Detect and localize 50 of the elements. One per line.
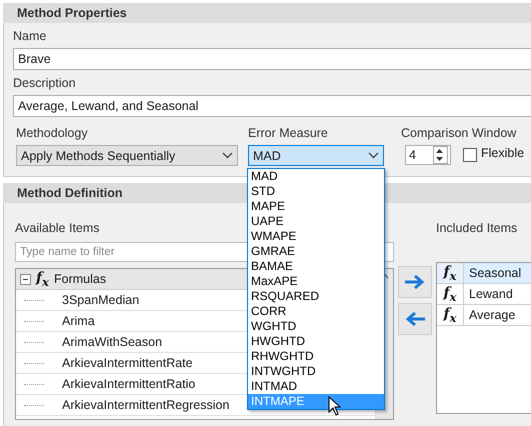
field-label: Error Measure — [248, 126, 328, 141]
dropdown-option[interactable]: RSQUARED — [248, 289, 384, 304]
dropdown-option[interactable]: INTMAD — [248, 379, 384, 394]
dropdown-option[interactable]: WGHTD — [248, 319, 384, 334]
tree-item[interactable]: ArkievaIntermittentRatio — [62, 377, 196, 391]
arrow-left-icon — [404, 312, 426, 326]
dropdown-option[interactable]: CORR — [248, 304, 384, 319]
list-label: Available Items — [15, 221, 100, 236]
tree-item[interactable]: 3SpanMedian — [62, 293, 140, 307]
spinner-arrows-icon[interactable] — [434, 147, 445, 163]
dropdown-option[interactable]: INTWGHTD — [248, 364, 384, 379]
chevron-down-icon — [368, 152, 379, 159]
formula-icon: f$_{x}$ — [444, 284, 456, 304]
description-field[interactable]: Average, Lewand, and Seasonal — [13, 95, 531, 117]
tree-item[interactable]: ArimaWithSeason — [62, 335, 162, 349]
flexible-checkbox[interactable] — [463, 148, 477, 162]
formula-icon: f$_{x}$ — [36, 270, 49, 288]
comparison-window-spinner[interactable]: 4 — [405, 145, 451, 165]
section-title: Method Properties — [3, 3, 531, 23]
dropdown-option[interactable]: STD — [248, 184, 384, 199]
remove-arrow-button[interactable] — [398, 303, 432, 335]
tree-group[interactable]: Formulas — [54, 272, 106, 286]
dropdown-option[interactable]: UAPE — [248, 214, 384, 229]
chevron-down-icon — [222, 152, 233, 159]
dropdown-option[interactable]: GMRAE — [248, 244, 384, 259]
tree-item[interactable]: ArkievaIntermittentRegression — [62, 398, 230, 412]
list-label: Included Items — [436, 221, 518, 236]
formula-icon: f$_{x}$ — [444, 306, 456, 324]
tree-item[interactable]: ArkievaIntermittentRate — [62, 356, 193, 370]
checkbox-label: Flexible — [481, 146, 524, 160]
tree-item[interactable]: Arima — [62, 314, 95, 328]
dropdown-option[interactable]: HWGHTD — [248, 334, 384, 349]
formula-icon: f$_{x}$ — [444, 264, 456, 282]
field-label: Comparison Window — [401, 126, 516, 141]
field-label: Description — [13, 76, 76, 91]
dropdown-option[interactable]: RHWGHTD — [248, 349, 384, 364]
dropdown-option[interactable]: MAPE — [248, 199, 384, 214]
dropdown-option[interactable]: MAD — [248, 169, 384, 184]
dropdown-option[interactable]: WMAPE — [248, 229, 384, 244]
error-measure-dropdown[interactable]: MAD — [248, 145, 384, 166]
name-field[interactable]: Brave — [13, 48, 531, 70]
add-arrow-button[interactable] — [398, 266, 432, 298]
field-label: Methodology — [16, 126, 88, 141]
dropdown-option[interactable]: BAMAE — [248, 259, 384, 274]
field-label: Name — [13, 29, 46, 44]
arrow-right-icon — [404, 275, 426, 289]
collapse-icon[interactable] — [20, 274, 31, 284]
dropdown-option[interactable]: MaxAPE — [248, 274, 384, 289]
methodology-dropdown[interactable]: Apply Methods Sequentially — [16, 145, 238, 166]
grid-cell[interactable]: Seasonal — [464, 263, 531, 283]
